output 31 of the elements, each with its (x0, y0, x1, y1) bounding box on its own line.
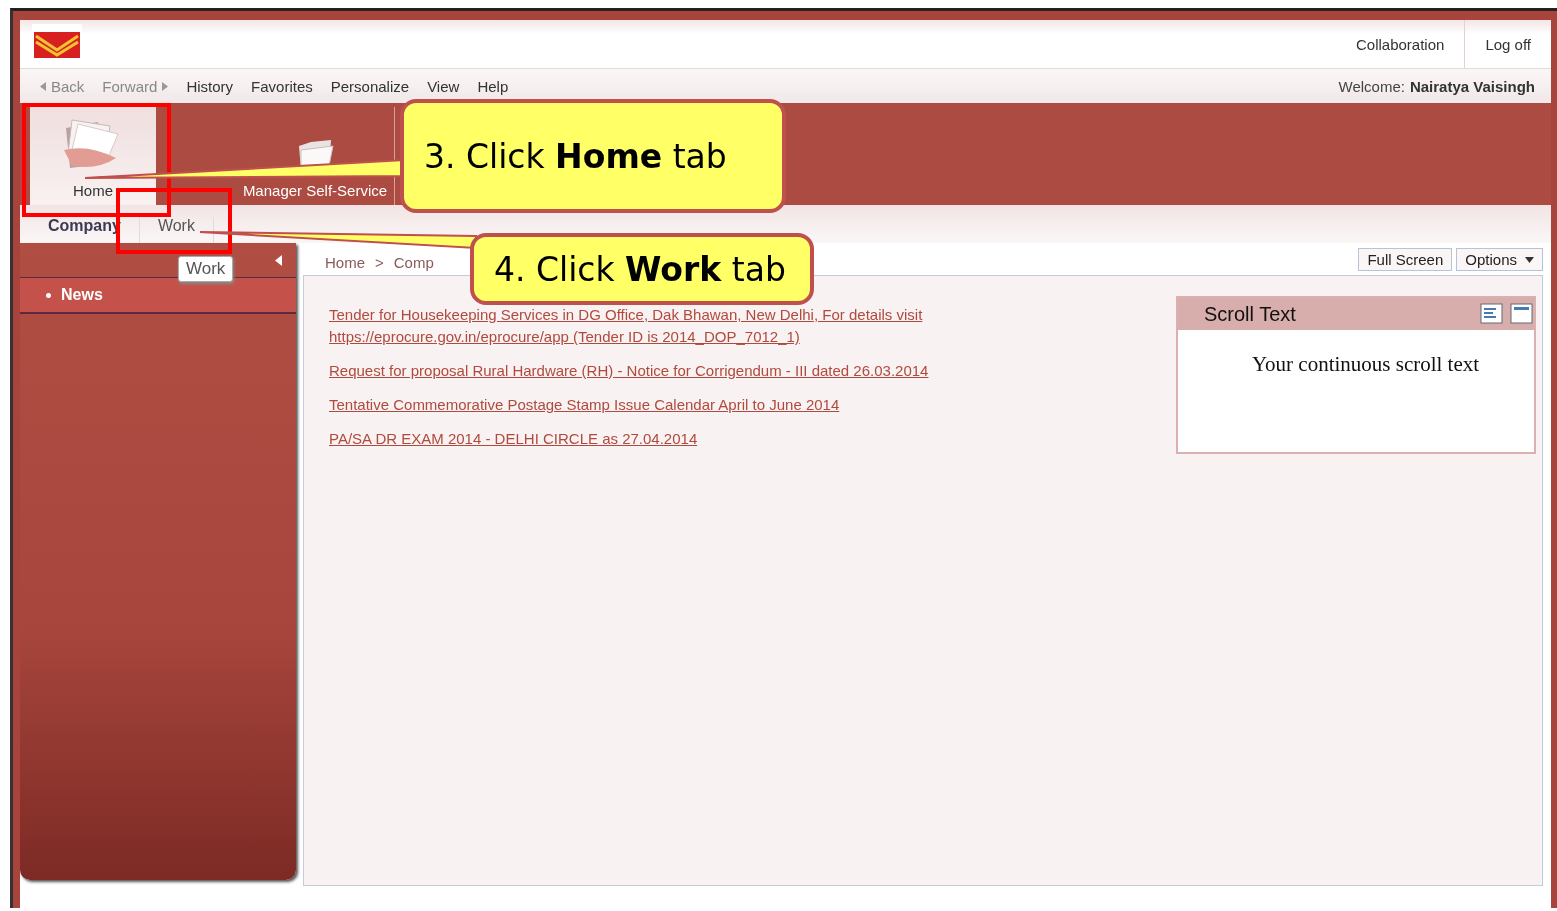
callout: 4. Click Work tab (470, 233, 814, 305)
minimize-icon[interactable] (1510, 303, 1534, 325)
breadcrumb-item[interactable]: Home (325, 254, 365, 271)
menu-item[interactable]: Help (477, 77, 509, 95)
breadcrumb-item: > (375, 254, 384, 271)
sidebar-item[interactable]: News (20, 278, 296, 314)
bullet-icon (46, 293, 51, 299)
menu-item[interactable]: View (427, 77, 460, 95)
welcome-label: Welcome: (1338, 77, 1405, 95)
menu-item[interactable]: Personalize (330, 77, 410, 95)
forward-arrow-icon (162, 81, 169, 91)
breadcrumb-item[interactable]: Comp (393, 254, 434, 271)
scroll-text: Your continuous scroll text (1252, 352, 1480, 376)
options-button[interactable]: Options (1456, 248, 1543, 271)
header-link[interactable]: Log off (1464, 20, 1551, 68)
caret-icon (1525, 256, 1534, 263)
news-link[interactable]: Tender for Housekeeping Services in DG Office, Dak Bhawan, New Delhi, For details visit https://eprocure.gov.in/eprocure/app (Tender ID is 2014_DOP_7012_1) (329, 304, 989, 348)
menu-item[interactable]: History (186, 77, 234, 95)
widget-title: Scroll Text (1204, 302, 1296, 326)
callout: 3. Click Home tab (400, 99, 786, 213)
tooltip: Work (178, 256, 234, 282)
news-link[interactable]: Request for proposal Rural Hardware (RH) - Notice for Corrigendum - III dated 26.03.2014 (329, 360, 989, 382)
menu-item[interactable]: Favorites (251, 77, 313, 95)
news-link[interactable]: Tentative Commemorative Postage Stamp Issue Calendar April to June 2014 (329, 394, 989, 416)
news-link[interactable]: PA/SA DR EXAM 2014 - DELHI CIRCLE as 27.04.2014 (329, 428, 989, 450)
user-name: Nairatya Vaisingh (1409, 77, 1535, 95)
full-screen-button[interactable]: Full Screen (1358, 248, 1453, 271)
list-icon[interactable] (1480, 303, 1504, 325)
header-link[interactable]: Collaboration (1336, 20, 1465, 68)
collapse-icon[interactable] (275, 254, 282, 266)
back-arrow-icon (40, 81, 46, 91)
